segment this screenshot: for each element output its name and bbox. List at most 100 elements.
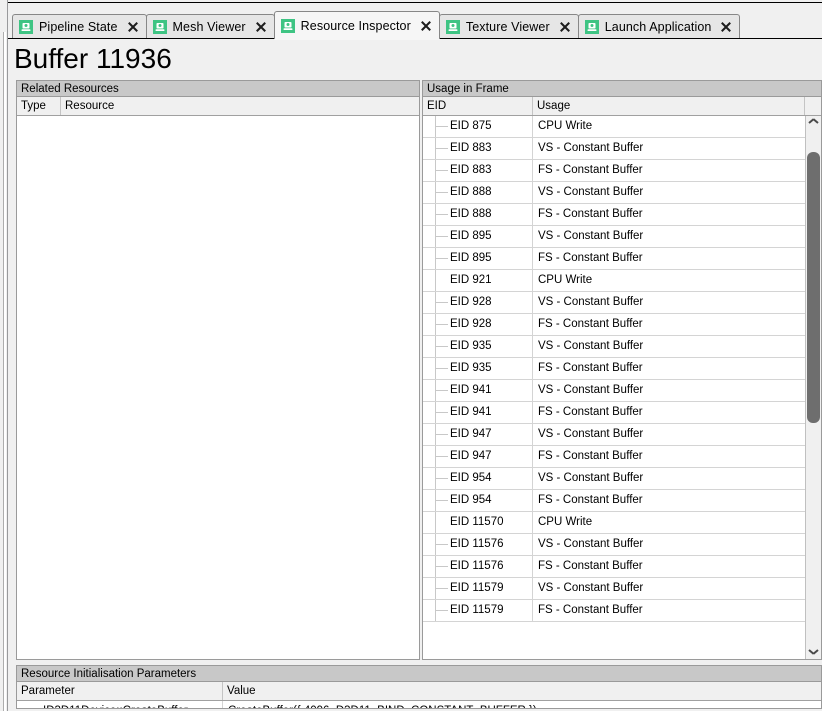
cell-eid: EID 928	[423, 314, 533, 335]
cell-parameter: ID3D11Device::CreateBuffer	[17, 701, 223, 708]
cell-usage: CPU Write	[538, 120, 593, 132]
table-row[interactable]: EID 883 VS - Constant Buffer	[423, 138, 821, 160]
tree-indent-guide	[435, 512, 448, 533]
tab-label: Mesh Viewer	[172, 20, 246, 34]
monitor-icon	[152, 20, 167, 34]
cell-usage: FS - Constant Buffer	[538, 494, 643, 506]
usage-scrollbar[interactable]	[805, 116, 821, 659]
usage-scrollbar-thumb[interactable]	[807, 152, 820, 424]
tab-bar: Pipeline State Mesh Viewer Resource Inspec…	[8, 0, 822, 39]
table-row[interactable]: EID 947 VS - Constant Buffer	[423, 424, 821, 446]
table-row[interactable]: EID 11576 FS - Constant Buffer	[423, 556, 821, 578]
resource-init-params-body: Parameter Value ID3D11Device::CreateBuff…	[17, 682, 821, 708]
tree-indent-guide	[435, 358, 448, 379]
usage-scrollbar-track[interactable]	[806, 132, 821, 643]
cell-eid: EID 935	[423, 336, 533, 357]
eid-value: EID 11579	[450, 604, 504, 616]
cell-eid: EID 883	[423, 160, 533, 181]
close-icon[interactable]	[559, 21, 571, 33]
cell-usage: VS - Constant Buffer	[538, 472, 644, 484]
table-row[interactable]: EID 11570 CPU Write	[423, 512, 821, 534]
resource-inspector-window: Pipeline State Mesh Viewer Resource Inspec…	[0, 0, 822, 711]
cell-usage: FS - Constant Buffer	[538, 318, 643, 330]
usage-in-frame-body: EID Usage EID 875 CPU Write EID 883 VS - Co…	[423, 97, 821, 659]
cell-usage: FS - Constant Buffer	[538, 362, 643, 374]
table-row[interactable]: EID 954 FS - Constant Buffer	[423, 490, 821, 512]
resource-init-params-title: Resource Initialisation Parameters	[17, 666, 821, 682]
eid-value: EID 883	[450, 164, 492, 176]
cell-eid: EID 921	[423, 270, 533, 291]
cell-eid: EID 883	[423, 138, 533, 159]
tree-indent-guide	[435, 270, 448, 291]
eid-value: EID 888	[450, 208, 492, 220]
table-row[interactable]: EID 928 VS - Constant Buffer	[423, 292, 821, 314]
column-header-parameter[interactable]: Parameter	[17, 682, 223, 700]
init-params-rows: ID3D11Device::CreateBuffer CreateBuffer({…	[17, 701, 821, 708]
table-row[interactable]: ID3D11Device::CreateBuffer CreateBuffer({…	[17, 701, 821, 708]
cell-eid: EID 11579	[423, 578, 533, 599]
eid-value: EID 954	[450, 472, 492, 484]
tree-indent-guide	[435, 380, 448, 401]
cell-usage: VS - Constant Buffer	[538, 428, 644, 440]
table-row[interactable]: EID 11579 FS - Constant Buffer	[423, 600, 821, 622]
scroll-up-button[interactable]	[806, 116, 821, 132]
cell-eid: EID 11576	[423, 556, 533, 577]
chevron-up-icon	[809, 121, 818, 127]
column-header-usage[interactable]: Usage	[533, 97, 805, 115]
table-row[interactable]: EID 888 VS - Constant Buffer	[423, 182, 821, 204]
monitor-icon	[445, 20, 460, 34]
cell-usage: FS - Constant Buffer	[538, 406, 643, 418]
table-row[interactable]: EID 928 FS - Constant Buffer	[423, 314, 821, 336]
table-row[interactable]: EID 875 CPU Write	[423, 116, 821, 138]
tab-texture-viewer[interactable]: Texture Viewer	[438, 14, 579, 39]
tab-pipeline-state[interactable]: Pipeline State	[12, 14, 147, 39]
close-icon[interactable]	[255, 21, 267, 33]
tree-indent-guide	[435, 578, 448, 599]
column-header-type[interactable]: Type	[17, 97, 61, 115]
tab-launch-application[interactable]: Launch Application	[577, 14, 741, 39]
tree-indent-guide	[435, 446, 448, 467]
chevron-down-icon	[809, 648, 818, 654]
scroll-down-button[interactable]	[806, 643, 821, 659]
table-row[interactable]: EID 11579 VS - Constant Buffer	[423, 578, 821, 600]
table-row[interactable]: EID 947 FS - Constant Buffer	[423, 446, 821, 468]
tree-indent-guide	[435, 402, 448, 423]
window-left-edge-inner	[3, 32, 6, 711]
cell-eid: EID 954	[423, 468, 533, 489]
table-row[interactable]: EID 895 VS - Constant Buffer	[423, 226, 821, 248]
tree-indent-guide	[435, 182, 448, 203]
table-row[interactable]: EID 921 CPU Write	[423, 270, 821, 292]
table-row[interactable]: EID 883 FS - Constant Buffer	[423, 160, 821, 182]
tab-bar-top-line	[8, 0, 822, 3]
chevron-right-icon[interactable]	[27, 706, 36, 708]
cell-usage: FS - Constant Buffer	[538, 164, 643, 176]
cell-eid: EID 928	[423, 292, 533, 313]
table-row[interactable]: EID 888 FS - Constant Buffer	[423, 204, 821, 226]
column-header-value[interactable]: Value	[223, 682, 821, 700]
close-icon[interactable]	[127, 21, 139, 33]
close-icon[interactable]	[720, 21, 732, 33]
eid-value: EID 954	[450, 494, 492, 506]
table-row[interactable]: EID 954 VS - Constant Buffer	[423, 468, 821, 490]
table-row[interactable]: EID 895 FS - Constant Buffer	[423, 248, 821, 270]
eid-value: EID 11579	[450, 582, 504, 594]
resource-init-params-panel: Resource Initialisation Parameters Param…	[16, 665, 822, 709]
tree-indent-guide	[435, 116, 448, 137]
eid-value: EID 875	[450, 120, 492, 132]
close-icon[interactable]	[420, 20, 432, 32]
table-row[interactable]: EID 935 FS - Constant Buffer	[423, 358, 821, 380]
table-row[interactable]: EID 11576 VS - Constant Buffer	[423, 534, 821, 556]
usage-in-frame-title: Usage in Frame	[423, 81, 821, 97]
table-row[interactable]: EID 941 FS - Constant Buffer	[423, 402, 821, 424]
table-row[interactable]: EID 935 VS - Constant Buffer	[423, 336, 821, 358]
column-header-eid[interactable]: EID	[423, 97, 533, 115]
tab-mesh-viewer[interactable]: Mesh Viewer	[145, 14, 275, 39]
column-header-resource[interactable]: Resource	[61, 97, 419, 115]
window-left-edge	[0, 0, 8, 711]
table-row[interactable]: EID 941 VS - Constant Buffer	[423, 380, 821, 402]
eid-value: EID 11576	[450, 560, 504, 572]
tree-indent-guide	[435, 138, 448, 159]
tab-resource-inspector[interactable]: Resource Inspector	[273, 11, 440, 39]
cell-eid: EID 11570	[423, 512, 533, 533]
related-resources-title: Related Resources	[17, 81, 419, 97]
